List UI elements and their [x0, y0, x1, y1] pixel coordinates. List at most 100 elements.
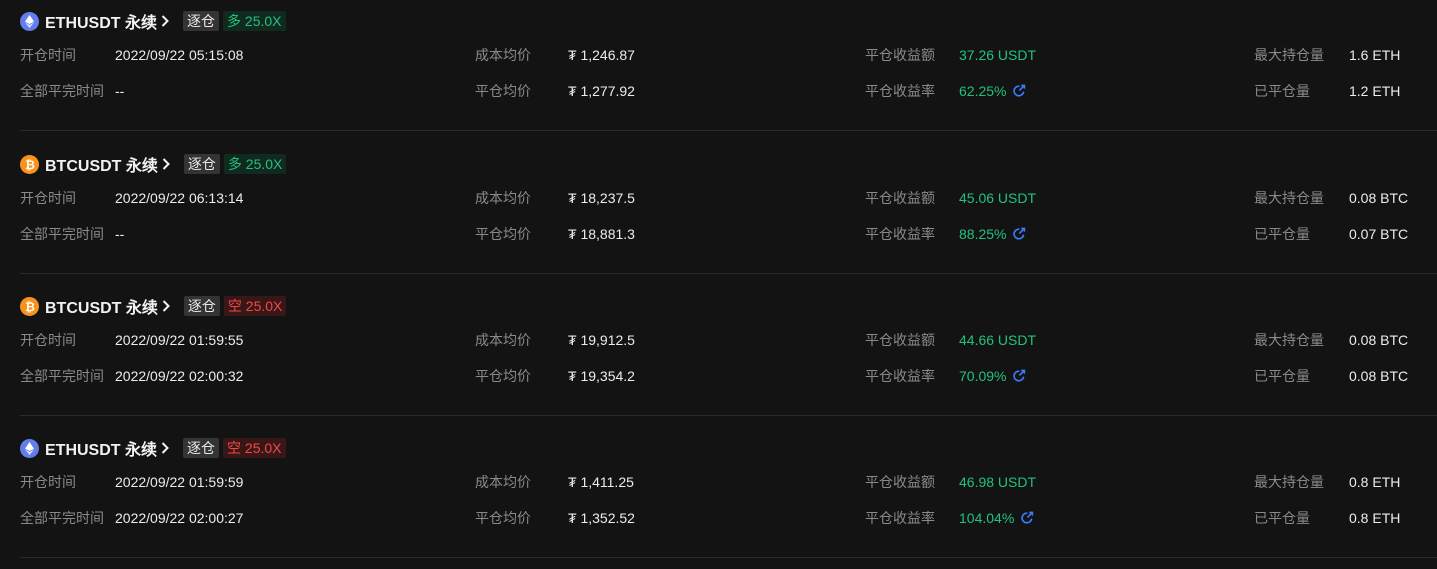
closed-qty-label: 已平仓量	[1254, 368, 1310, 384]
position-header: ₿ BTCUSDT 永续 逐仓 多 25.0X	[20, 152, 287, 176]
divider	[20, 273, 1437, 274]
pnl-rate-label: 平仓收益率	[865, 226, 935, 242]
position-card: ₿ BTCUSDT 永续 逐仓 多 25.0X 开仓时间 2022/09/22 …	[20, 143, 1437, 285]
position-card: ETHUSDT 永续 逐仓 多 25.0X 开仓时间 2022/09/22 05…	[20, 0, 1437, 142]
chevron-right-icon[interactable]	[161, 15, 169, 27]
position-symbol-link[interactable]: BTCUSDT 永续	[45, 294, 158, 318]
open-time-value: 2022/09/22 05:15:08	[115, 47, 244, 63]
svg-text:₿: ₿	[25, 300, 35, 313]
pnl-amount-label: 平仓收益额	[865, 332, 935, 348]
pnl-amount-value: 44.66 USDT	[959, 332, 1037, 348]
position-symbol-link[interactable]: BTCUSDT 永续	[45, 152, 158, 176]
pnl-amount-label: 平仓收益额	[865, 47, 935, 63]
chevron-right-icon[interactable]	[162, 158, 170, 170]
pnl-rate-label: 平仓收益率	[865, 83, 935, 99]
max-position-value: 0.08 BTC	[1349, 190, 1409, 206]
closed-qty-value: 0.08 BTC	[1349, 368, 1409, 384]
side-leverage-tag: 多 25.0X	[223, 11, 286, 31]
pnl-amount-label: 平仓收益额	[865, 190, 935, 206]
position-symbol-link[interactable]: ETHUSDT 永续	[45, 9, 157, 33]
share-icon[interactable]	[1020, 511, 1034, 529]
position-header: ETHUSDT 永续 逐仓 多 25.0X	[20, 10, 286, 32]
close-time-label: 全部平完时间	[20, 368, 104, 384]
open-time-label: 开仓时间	[20, 474, 76, 490]
pnl-rate-value: 70.09%	[959, 368, 1007, 384]
avg-cost-value: ₮ 1,246.87	[568, 47, 635, 63]
share-icon[interactable]	[1012, 84, 1026, 102]
margin-mode-tag: 逐仓	[183, 296, 220, 316]
position-symbol-link[interactable]: ETHUSDT 永续	[45, 436, 157, 460]
pnl-rate-value: 62.25%	[959, 83, 1007, 99]
avg-close-label: 平仓均价	[475, 83, 531, 99]
closed-qty-label: 已平仓量	[1254, 510, 1310, 526]
ethereum-icon	[20, 438, 39, 458]
open-time-value: 2022/09/22 01:59:55	[115, 332, 244, 348]
max-position-label: 最大持仓量	[1254, 47, 1324, 63]
pnl-amount-label: 平仓收益额	[865, 474, 935, 490]
closed-qty-value: 1.2 ETH	[1349, 83, 1401, 99]
open-time-label: 开仓时间	[20, 332, 76, 348]
close-time-value: --	[115, 83, 125, 99]
avg-close-value: ₮ 1,277.92	[568, 83, 635, 99]
pnl-rate-cell: 70.09%	[959, 367, 1026, 387]
max-position-value: 0.08 BTC	[1349, 332, 1409, 348]
avg-cost-label: 成本均价	[475, 47, 531, 63]
avg-cost-value: ₮ 19,912.5	[568, 332, 635, 348]
avg-cost-label: 成本均价	[475, 332, 531, 348]
ethereum-icon	[20, 11, 39, 31]
bitcoin-icon: ₿	[20, 296, 39, 316]
avg-close-value: ₮ 19,354.2	[568, 368, 635, 384]
pnl-amount-value: 46.98 USDT	[959, 474, 1037, 490]
max-position-value: 0.8 ETH	[1349, 474, 1401, 490]
open-time-label: 开仓时间	[20, 47, 76, 63]
divider	[20, 557, 1437, 558]
chevron-right-icon[interactable]	[161, 442, 169, 454]
close-time-value: 2022/09/22 02:00:32	[115, 368, 244, 384]
avg-close-label: 平仓均价	[475, 226, 531, 242]
pnl-rate-value: 104.04%	[959, 510, 1015, 526]
pnl-rate-cell: 104.04%	[959, 509, 1034, 529]
pnl-amount-value: 37.26 USDT	[959, 47, 1037, 63]
margin-mode-tag: 逐仓	[183, 438, 220, 458]
closed-qty-label: 已平仓量	[1254, 83, 1310, 99]
margin-mode-tag: 逐仓	[183, 154, 220, 174]
pnl-rate-label: 平仓收益率	[865, 510, 935, 526]
close-time-label: 全部平完时间	[20, 510, 104, 526]
avg-close-label: 平仓均价	[475, 510, 531, 526]
position-card: ₿ BTCUSDT 永续 逐仓 空 25.0X 开仓时间 2022/09/22 …	[20, 285, 1437, 427]
avg-close-value: ₮ 18,881.3	[568, 226, 635, 242]
close-time-value: 2022/09/22 02:00:27	[115, 510, 244, 526]
closed-qty-value: 0.07 BTC	[1349, 226, 1409, 242]
bitcoin-icon: ₿	[20, 154, 39, 174]
open-time-label: 开仓时间	[20, 190, 76, 206]
max-position-label: 最大持仓量	[1254, 474, 1324, 490]
pnl-rate-label: 平仓收益率	[865, 368, 935, 384]
side-leverage-tag: 空 25.0X	[223, 438, 286, 458]
pnl-amount-value: 45.06 USDT	[959, 190, 1037, 206]
share-icon[interactable]	[1012, 227, 1026, 245]
closed-qty-label: 已平仓量	[1254, 226, 1310, 242]
close-time-label: 全部平完时间	[20, 226, 104, 242]
max-position-label: 最大持仓量	[1254, 190, 1324, 206]
avg-close-label: 平仓均价	[475, 368, 531, 384]
max-position-label: 最大持仓量	[1254, 332, 1324, 348]
position-header: ₿ BTCUSDT 永续 逐仓 空 25.0X	[20, 294, 287, 318]
side-leverage-tag: 多 25.0X	[223, 154, 287, 174]
svg-text:₿: ₿	[25, 158, 35, 171]
close-time-label: 全部平完时间	[20, 83, 104, 99]
avg-cost-value: ₮ 1,411.25	[568, 474, 634, 490]
open-time-value: 2022/09/22 06:13:14	[115, 190, 244, 206]
share-icon[interactable]	[1012, 369, 1026, 387]
chevron-right-icon[interactable]	[162, 300, 170, 312]
divider	[20, 130, 1437, 131]
margin-mode-tag: 逐仓	[183, 11, 220, 31]
open-time-value: 2022/09/22 01:59:59	[115, 474, 244, 490]
closed-qty-value: 0.8 ETH	[1349, 510, 1401, 526]
side-leverage-tag: 空 25.0X	[223, 296, 287, 316]
avg-cost-label: 成本均价	[475, 474, 531, 490]
divider	[20, 415, 1437, 416]
avg-cost-label: 成本均价	[475, 190, 531, 206]
position-header: ETHUSDT 永续 逐仓 空 25.0X	[20, 437, 286, 459]
position-card: ETHUSDT 永续 逐仓 空 25.0X 开仓时间 2022/09/22 01…	[20, 427, 1437, 569]
pnl-rate-cell: 88.25%	[959, 225, 1026, 245]
